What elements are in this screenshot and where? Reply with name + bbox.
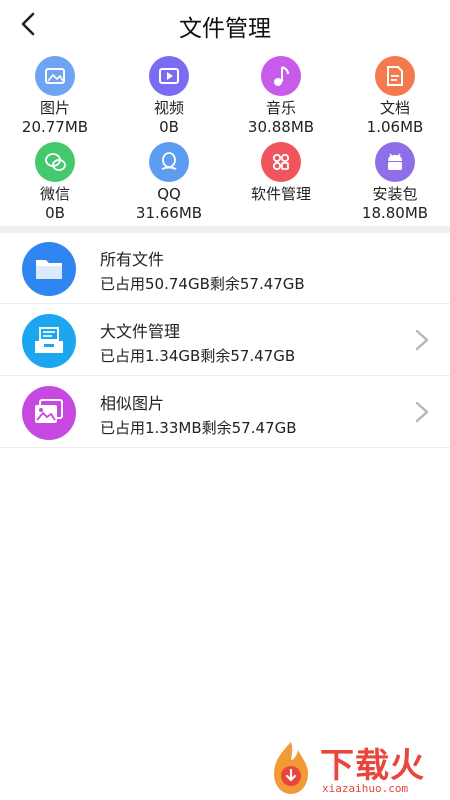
category-label: 文档 xyxy=(379,99,410,117)
list-item-subtitle: 已占用1.34GB剩余57.47GB xyxy=(100,347,296,365)
section-divider xyxy=(0,226,450,233)
category-size: 20.77MB xyxy=(21,118,89,136)
list-item-all-files[interactable]: 所有文件 已占用50.74GB剩余57.47GB xyxy=(0,233,450,304)
category-music[interactable]: 音乐 30.88MB xyxy=(226,56,336,137)
category-label: 微信 xyxy=(39,185,70,203)
apps-icon xyxy=(261,142,301,182)
category-size: 0B xyxy=(45,204,65,222)
category-size: 0B xyxy=(159,118,179,136)
list-item-subtitle: 已占用50.74GB剩余57.47GB xyxy=(100,275,305,293)
category-label: 视频 xyxy=(153,99,184,117)
category-label: 图片 xyxy=(39,99,70,117)
qq-icon xyxy=(149,142,189,182)
list-item-title: 相似图片 xyxy=(100,394,165,413)
flame-logo-icon xyxy=(274,742,308,794)
category-apps[interactable]: 软件管理 xyxy=(226,142,336,203)
category-size: 1.06MB xyxy=(366,118,424,136)
app-header: 文件管理 xyxy=(0,0,450,50)
category-label: 安装包 xyxy=(372,185,418,203)
document-icon xyxy=(375,56,415,96)
page-title: 文件管理 xyxy=(179,16,271,42)
list-item-title: 大文件管理 xyxy=(100,322,181,341)
list-item-title: 所有文件 xyxy=(100,250,165,269)
chevron-left-icon xyxy=(21,12,35,36)
category-label: 软件管理 xyxy=(250,185,311,203)
category-size: 18.80MB xyxy=(361,204,429,222)
category-label: 音乐 xyxy=(265,99,296,117)
photos-icon xyxy=(22,386,76,440)
watermark-url: xiazaihuo.com xyxy=(322,782,409,795)
music-note-icon xyxy=(261,56,301,96)
archive-box-icon xyxy=(22,314,76,368)
category-size: 31.66MB xyxy=(135,204,203,222)
chevron-right-icon xyxy=(415,401,429,423)
list-item-large-files[interactable]: 大文件管理 已占用1.34GB剩余57.47GB xyxy=(0,305,450,376)
android-icon xyxy=(375,142,415,182)
category-documents[interactable]: 文档 1.06MB xyxy=(340,56,450,137)
image-icon xyxy=(35,56,75,96)
category-label: QQ xyxy=(157,185,181,203)
video-icon xyxy=(149,56,189,96)
list-item-similar-photos[interactable]: 相似图片 已占用1.33MB剩余57.47GB xyxy=(0,377,450,448)
category-apk[interactable]: 安装包 18.80MB xyxy=(340,142,450,223)
watermark-brand: 下载火 xyxy=(320,746,425,786)
back-button[interactable] xyxy=(14,10,44,40)
category-size: 30.88MB xyxy=(247,118,315,136)
list-item-subtitle: 已占用1.33MB剩余57.47GB xyxy=(100,419,297,437)
category-qq[interactable]: QQ 31.66MB xyxy=(114,142,224,223)
category-images[interactable]: 图片 20.77MB xyxy=(0,56,110,137)
category-videos[interactable]: 视频 0B xyxy=(114,56,224,137)
wechat-icon xyxy=(35,142,75,182)
folder-icon xyxy=(22,242,76,296)
category-wechat[interactable]: 微信 0B xyxy=(0,142,110,223)
chevron-right-icon xyxy=(415,329,429,351)
watermark: 下载火 xiazaihuo.com xyxy=(262,738,450,800)
